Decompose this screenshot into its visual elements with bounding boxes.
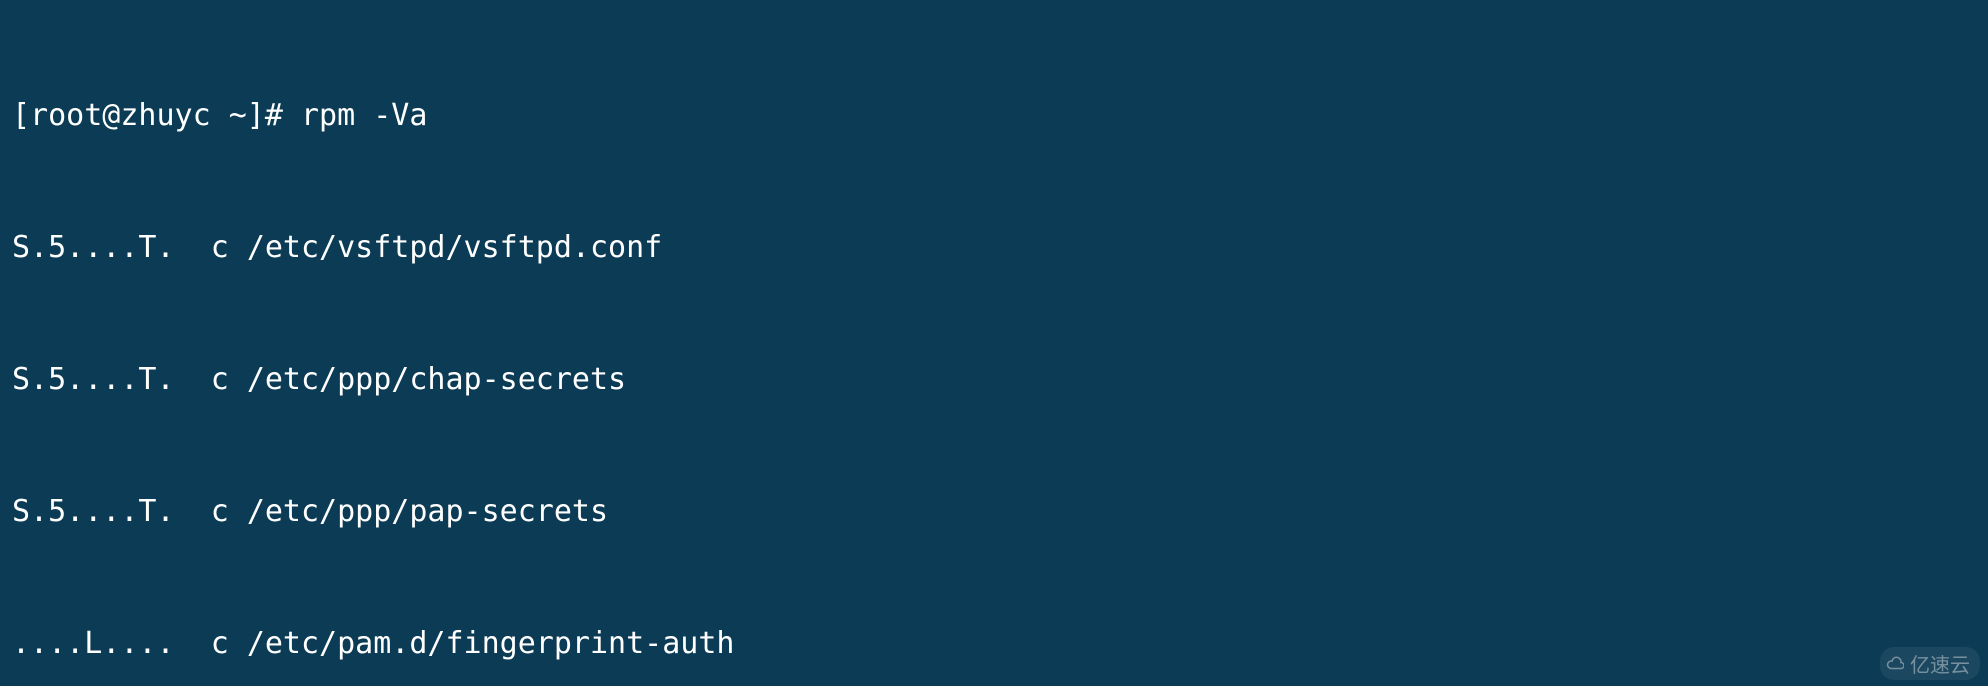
terminal-window[interactable]: [root@zhuyc ~]# rpm -Va S.5....T. c /etc…: [0, 0, 1988, 686]
watermark-badge: 亿速云: [1880, 647, 1980, 680]
prompt-line: [root@zhuyc ~]# rpm -Va: [12, 94, 1978, 138]
verify-line: ....L.... c /etc/pam.d/fingerprint-auth: [12, 622, 1978, 666]
verify-path: /etc/ppp/pap-secrets: [247, 494, 608, 529]
verify-marker: c: [211, 362, 229, 397]
verify-line: S.5....T. c /etc/ppp/chap-secrets: [12, 358, 1978, 402]
verify-flags: S.5....T.: [12, 362, 175, 397]
verify-marker: c: [211, 230, 229, 265]
verify-flags: ....L....: [12, 626, 175, 661]
verify-path: /etc/vsftpd/vsftpd.conf: [247, 230, 662, 265]
verify-line: S.5....T. c /etc/ppp/pap-secrets: [12, 490, 1978, 534]
verify-path: /etc/ppp/chap-secrets: [247, 362, 626, 397]
shell-prompt: [root@zhuyc ~]#: [12, 98, 301, 133]
shell-command: rpm -Va: [301, 98, 427, 133]
verify-marker: c: [211, 494, 229, 529]
verify-marker: c: [211, 626, 229, 661]
verify-flags: S.5....T.: [12, 494, 175, 529]
verify-path: /etc/pam.d/fingerprint-auth: [247, 626, 735, 661]
verify-line: S.5....T. c /etc/vsftpd/vsftpd.conf: [12, 226, 1978, 270]
watermark-label: 亿速云: [1910, 649, 1970, 678]
verify-flags: S.5....T.: [12, 230, 175, 265]
